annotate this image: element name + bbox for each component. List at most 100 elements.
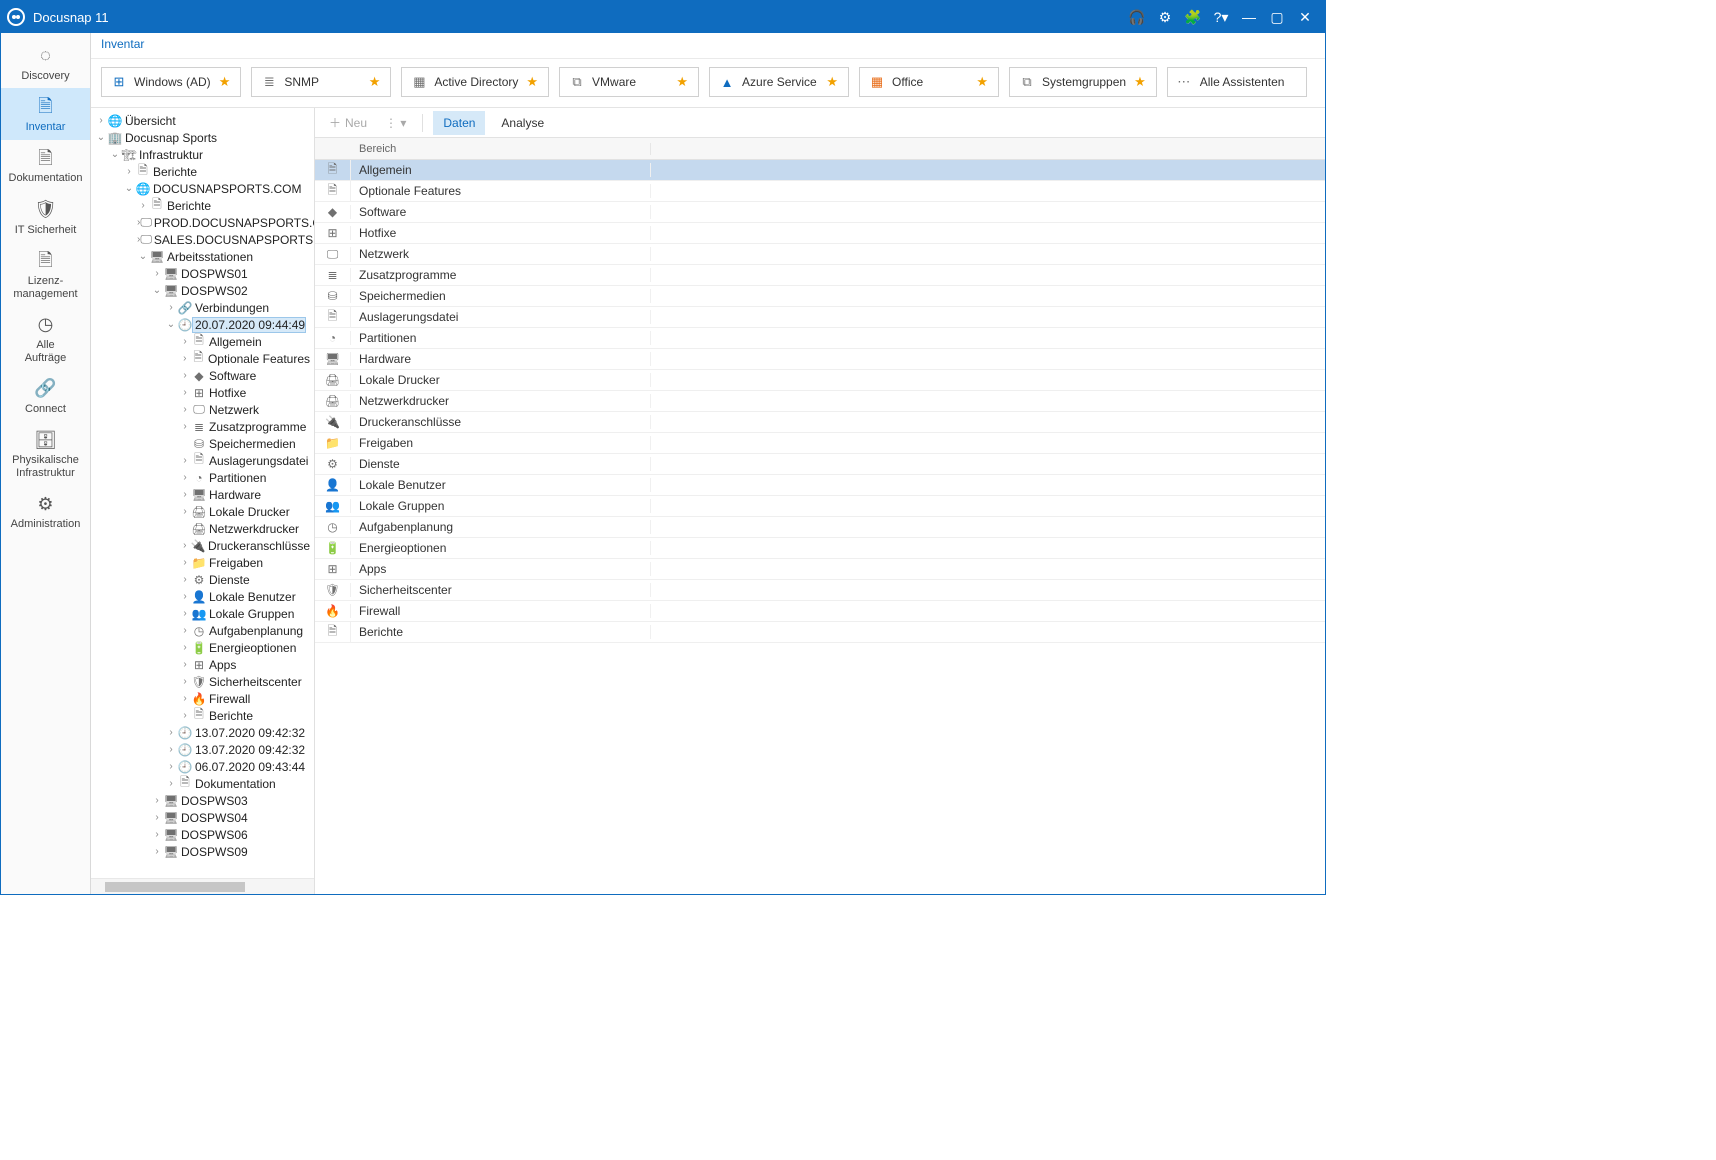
tree-node[interactable]: 🖨Netzwerkdrucker xyxy=(95,520,314,537)
tree-node[interactable]: ›🖵Netzwerk xyxy=(95,401,314,418)
tree-node[interactable]: ⌄🏗Infrastruktur xyxy=(95,146,314,163)
tree-node[interactable]: ⌄🖥DOSPWS02 xyxy=(95,282,314,299)
tree-node[interactable]: ›🖵PROD.DOCUSNAPSPORTS.CO xyxy=(95,214,314,231)
grid-row[interactable]: ◷Aufgabenplanung xyxy=(315,517,1325,538)
tree-node[interactable]: ›🖥DOSPWS04 xyxy=(95,809,314,826)
tree-node[interactable]: ⌄🌐DOCUSNAPSPORTS.COM xyxy=(95,180,314,197)
tab-analyse[interactable]: Analyse xyxy=(491,111,554,135)
tree-node[interactable]: ›🖥DOSPWS01 xyxy=(95,265,314,282)
tree-node[interactable]: ›◆Software xyxy=(95,367,314,384)
nav-item-itsec[interactable]: 🛡IT Sicherheit xyxy=(1,191,90,242)
gear-icon[interactable]: ⚙ xyxy=(1151,1,1179,33)
expand-icon[interactable]: › xyxy=(179,693,191,704)
expand-icon[interactable]: › xyxy=(179,574,191,585)
expand-icon[interactable]: › xyxy=(179,676,191,687)
collapse-icon[interactable]: ⌄ xyxy=(123,183,135,194)
grid-row[interactable]: 🔋Energieoptionen xyxy=(315,538,1325,559)
tree-horizontal-scrollbar[interactable] xyxy=(91,878,314,894)
assistant-card-office[interactable]: ▦Office★ xyxy=(859,67,999,97)
nav-item-dokumentation[interactable]: 🗎Dokumentation xyxy=(1,140,90,191)
expand-icon[interactable]: › xyxy=(179,557,191,568)
headset-icon[interactable]: 🎧 xyxy=(1123,1,1151,33)
tree-node[interactable]: ›◷Aufgabenplanung xyxy=(95,622,314,639)
star-icon[interactable]: ★ xyxy=(826,74,838,90)
expand-icon[interactable]: › xyxy=(151,812,163,823)
help-icon[interactable]: ?▾ xyxy=(1207,1,1235,33)
expand-icon[interactable]: › xyxy=(179,608,191,619)
expand-icon[interactable]: › xyxy=(123,166,135,177)
collapse-icon[interactable]: ⌄ xyxy=(95,132,107,143)
expand-icon[interactable]: › xyxy=(165,727,177,738)
maximize-button[interactable]: ▢ xyxy=(1263,1,1291,33)
collapse-icon[interactable]: ⌄ xyxy=(165,319,177,330)
grid-row[interactable]: 🗎Optionale Features xyxy=(315,181,1325,202)
expand-icon[interactable]: › xyxy=(179,540,191,551)
grid-row[interactable]: ⚙Dienste xyxy=(315,454,1325,475)
tree-node[interactable]: ›🖥DOSPWS03 xyxy=(95,792,314,809)
tree-node[interactable]: ⌄🏢Docusnap Sports xyxy=(95,129,314,146)
nav-item-inventar[interactable]: 🗎Inventar xyxy=(1,88,90,139)
grid-row[interactable]: ◔Partitionen xyxy=(315,328,1325,349)
expand-icon[interactable]: › xyxy=(179,455,191,466)
grid-row[interactable]: ⊞Apps xyxy=(315,559,1325,580)
tree-node[interactable]: ›🗎Optionale Features xyxy=(95,350,314,367)
grid-header-bereich[interactable]: Bereich xyxy=(351,143,651,155)
collapse-icon[interactable]: ⌄ xyxy=(151,285,163,296)
nav-item-phys[interactable]: 🗄Physikalische Infrastruktur xyxy=(1,422,90,486)
tree-node[interactable]: ›🗎Berichte xyxy=(95,163,314,180)
expand-icon[interactable]: › xyxy=(179,506,191,517)
grid-row[interactable]: 🗎Allgemein xyxy=(315,160,1325,181)
grid-row[interactable]: 🖵Netzwerk xyxy=(315,244,1325,265)
tree-node[interactable]: ›🕘13.07.2020 09:42:32 xyxy=(95,724,314,741)
expand-icon[interactable]: › xyxy=(179,625,191,636)
expand-icon[interactable]: › xyxy=(165,778,177,789)
assistant-card-vmware[interactable]: ⧉VMware★ xyxy=(559,67,699,97)
tree-node[interactable]: ›🔗Verbindungen xyxy=(95,299,314,316)
expand-icon[interactable]: › xyxy=(165,744,177,755)
tree-node[interactable]: ›🗎Dokumentation xyxy=(95,775,314,792)
tree-node[interactable]: ›⊞Hotfixe xyxy=(95,384,314,401)
tree-node[interactable]: ›📁Freigaben xyxy=(95,554,314,571)
close-button[interactable]: ✕ xyxy=(1291,1,1319,33)
assistant-card-windows-ad[interactable]: ⊞Windows (AD)★ xyxy=(101,67,241,97)
expand-icon[interactable]: › xyxy=(137,200,149,211)
star-icon[interactable]: ★ xyxy=(219,74,231,90)
tree-node[interactable]: ⌄🖥Arbeitsstationen xyxy=(95,248,314,265)
expand-icon[interactable]: › xyxy=(179,489,191,500)
tree-node[interactable]: ›🖥Hardware xyxy=(95,486,314,503)
expand-icon[interactable]: › xyxy=(95,115,107,126)
tree-node[interactable]: ›👤Lokale Benutzer xyxy=(95,588,314,605)
assistant-card-ad[interactable]: ▦Active Directory★ xyxy=(401,67,549,97)
grid-row[interactable]: 🗎Auslagerungsdatei xyxy=(315,307,1325,328)
expand-icon[interactable]: › xyxy=(165,761,177,772)
tree-node[interactable]: ›🖥DOSPWS09 xyxy=(95,843,314,860)
collapse-icon[interactable]: ⌄ xyxy=(109,149,121,160)
grid-row[interactable]: ◆Software xyxy=(315,202,1325,223)
assistant-card-azure[interactable]: ▲Azure Service★ xyxy=(709,67,849,97)
expand-icon[interactable]: › xyxy=(179,353,191,364)
tree-node[interactable]: ›🖥DOSPWS06 xyxy=(95,826,314,843)
assistant-card-sysgrp[interactable]: ⧉Systemgruppen★ xyxy=(1009,67,1157,97)
grid-row[interactable]: ≣Zusatzprogramme xyxy=(315,265,1325,286)
tree-node[interactable]: ›🌐Übersicht xyxy=(95,112,314,129)
options-icon[interactable]: 🧩 xyxy=(1179,1,1207,33)
grid-row[interactable]: 📁Freigaben xyxy=(315,433,1325,454)
nav-item-connect[interactable]: 🔗Connect xyxy=(1,370,90,421)
expand-icon[interactable]: › xyxy=(179,591,191,602)
expand-icon[interactable]: › xyxy=(151,829,163,840)
star-icon[interactable]: ★ xyxy=(976,74,988,90)
grid-row[interactable]: 🛡Sicherheitscenter xyxy=(315,580,1325,601)
tree-node[interactable]: ›🕘06.07.2020 09:43:44 xyxy=(95,758,314,775)
expand-icon[interactable]: › xyxy=(179,404,191,415)
tree-node[interactable]: ›🗎Auslagerungsdatei xyxy=(95,452,314,469)
star-icon[interactable]: ★ xyxy=(526,74,538,90)
expand-icon[interactable]: › xyxy=(151,795,163,806)
tree-node[interactable]: ›≣Zusatzprogramme xyxy=(95,418,314,435)
tree-node[interactable]: ›🗎Berichte xyxy=(95,707,314,724)
tree-node[interactable]: ›🗎Berichte xyxy=(95,197,314,214)
expand-icon[interactable]: › xyxy=(179,472,191,483)
inventory-tree[interactable]: ›🌐Übersicht⌄🏢Docusnap Sports⌄🏗Infrastruk… xyxy=(91,108,314,878)
expand-icon[interactable]: › xyxy=(179,642,191,653)
tree-node[interactable]: ›🛡Sicherheitscenter xyxy=(95,673,314,690)
tree-node[interactable]: ›⊞Apps xyxy=(95,656,314,673)
